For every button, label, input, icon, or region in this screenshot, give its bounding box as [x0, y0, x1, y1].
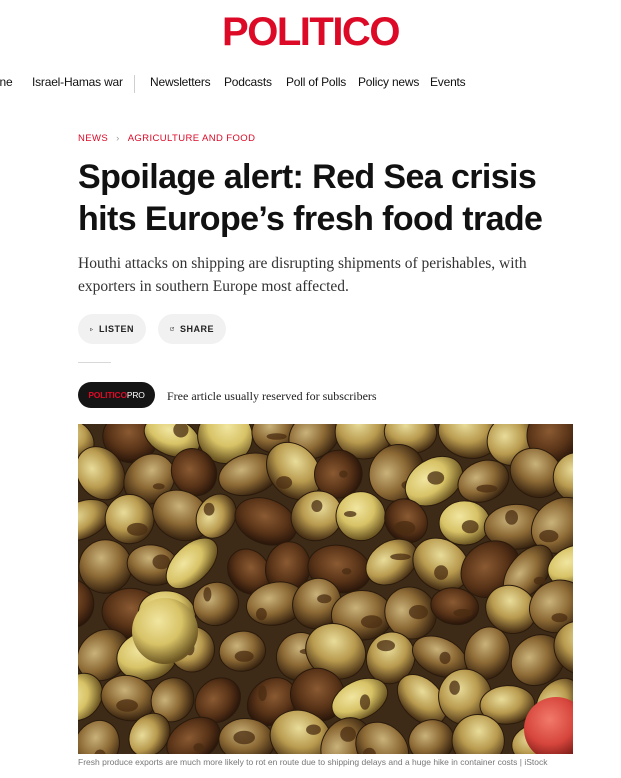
- politico-logo[interactable]: POLITICO: [0, 8, 621, 56]
- top-nav: ine Israel-Hamas war Newsletters Podcast…: [0, 66, 621, 102]
- dek-line-2: exporters in southern Europe most affect…: [78, 278, 349, 295]
- masthead: POLITICO: [0, 0, 621, 62]
- pro-badge-pro: PRO: [126, 390, 145, 400]
- share-label: SHARE: [179, 324, 214, 334]
- listen-label: LISTEN: [98, 324, 134, 334]
- nav-item-israel-hamas-war[interactable]: Israel-Hamas war: [32, 75, 123, 89]
- nav-item-ukraine[interactable]: ine: [0, 75, 13, 89]
- chevron-right-icon: ›: [116, 133, 120, 144]
- nav-item-newsletters[interactable]: Newsletters: [150, 75, 211, 89]
- nav-item-podcasts[interactable]: Podcasts: [224, 75, 272, 89]
- dek-line-1: Houthi attacks on shipping are disruptin…: [78, 255, 527, 272]
- listen-button[interactable]: LISTEN: [78, 314, 146, 344]
- article-dek: Houthi attacks on shipping are disruptin…: [78, 252, 558, 298]
- breadcrumb: NEWS › AGRICULTURE AND FOOD: [78, 133, 255, 144]
- headline-line-1: Spoilage alert: Red Sea crisis: [78, 158, 537, 196]
- headline: Spoilage alert: Red Sea crisis hits Euro…: [78, 156, 578, 240]
- share-icon: [170, 327, 174, 331]
- nav-item-events[interactable]: Events: [430, 75, 466, 89]
- breadcrumb-agriculture-and-food[interactable]: AGRICULTURE AND FOOD: [128, 133, 256, 144]
- play-icon: [90, 327, 93, 331]
- rotting-pears-photo: [78, 424, 573, 754]
- share-button[interactable]: SHARE: [158, 314, 226, 344]
- image-caption: Fresh produce exports are much more like…: [78, 757, 548, 767]
- divider: [78, 362, 111, 363]
- nav-item-policy-news[interactable]: Policy news: [358, 75, 419, 89]
- headline-line-2: hits Europe’s fresh food trade: [78, 200, 543, 238]
- nav-divider: [134, 75, 135, 93]
- pro-badge-politico: POLITICO: [88, 390, 127, 400]
- breadcrumb-news[interactable]: NEWS: [78, 133, 108, 144]
- politico-pro-badge[interactable]: POLITICO PRO: [78, 382, 155, 408]
- nav-item-poll-of-polls[interactable]: Poll of Polls: [286, 75, 346, 89]
- pro-note: Free article usually reserved for subscr…: [167, 389, 377, 403]
- hero-image: [78, 424, 573, 754]
